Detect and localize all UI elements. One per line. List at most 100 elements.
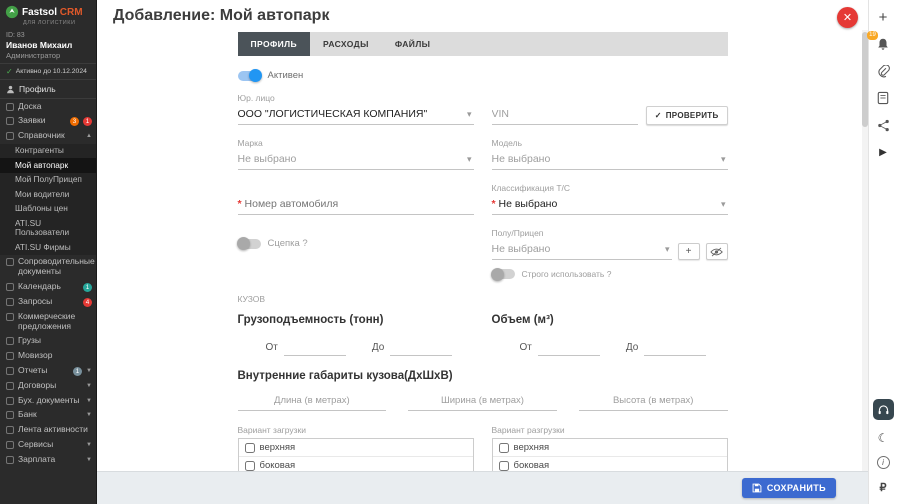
loading-option-side[interactable]: боковая	[239, 457, 473, 471]
width-input[interactable]	[408, 393, 557, 411]
logo: Fastsol CRM	[0, 0, 96, 19]
sidebar-item-activity-feed[interactable]: Лента активности	[0, 423, 96, 438]
checkbox[interactable]	[244, 460, 255, 471]
sidebar-item-salary[interactable]: Зарплата	[0, 452, 96, 467]
tab-files[interactable]: ФАЙЛЫ	[382, 32, 444, 56]
menu-icon	[6, 337, 14, 346]
height-input[interactable]	[578, 393, 728, 411]
billing-button[interactable]: ₽	[874, 478, 892, 496]
menu-icon	[6, 297, 14, 306]
tab-profile[interactable]: ПРОФИЛЬ	[237, 32, 311, 56]
requests-badge-orange: 3	[70, 117, 79, 127]
brand-select[interactable]: Не выбрано	[237, 151, 474, 170]
save-button[interactable]: СОХРАНИТЬ	[741, 478, 836, 498]
sidebar-item-my-semitrailer[interactable]: Мой ПолуПрицеп	[0, 173, 96, 188]
attachments-button[interactable]	[874, 62, 892, 80]
sidebar-item-movizor[interactable]: Мовизор	[0, 349, 96, 364]
trailer-hide-button[interactable]	[705, 243, 728, 260]
trailer-add-button[interactable]: +	[677, 243, 700, 260]
notifications-button[interactable]: 19	[867, 31, 892, 53]
chevron-up-icon	[86, 133, 92, 139]
row-brand-model: Марка Не выбрано Модель Не выбрано	[237, 138, 728, 170]
sidebar-item-contracts[interactable]: Договоры	[0, 378, 96, 393]
volume-to-input[interactable]	[644, 337, 707, 356]
chevron-down-icon	[86, 442, 92, 448]
capacity-from-label: От	[265, 342, 278, 353]
sidebar-item-reports[interactable]: Отчеты 1	[0, 363, 96, 378]
user-block: ID: 83 Иванов Михаил Администратор	[0, 29, 96, 63]
vin-input[interactable]	[491, 106, 638, 125]
menu-icon	[6, 102, 14, 111]
sidebar-item-queries[interactable]: Запросы 4	[0, 294, 96, 309]
chevron-down-icon	[86, 398, 92, 404]
vertical-scrollbar[interactable]	[862, 30, 868, 471]
trailer-select[interactable]: Не выбрано	[491, 241, 672, 260]
sidebar-item-my-drivers[interactable]: Мои водители	[0, 187, 96, 202]
sidebar-item-cargo[interactable]: Грузы	[0, 334, 96, 349]
row-legal-vin: Юр. лицо ООО "ЛОГИСТИЧЕСКАЯ КОМПАНИЯ" ✓ …	[237, 93, 728, 125]
sidebar-item-services[interactable]: Сервисы	[0, 437, 96, 452]
sidebar-nav: Доска Заявки 3 1 Справочник Контрагенты …	[0, 99, 96, 467]
toggle-knob	[248, 69, 262, 82]
capacity-from-input[interactable]	[283, 337, 346, 356]
loading-option-top[interactable]: верхняя	[238, 439, 473, 457]
capacity-to-input[interactable]	[390, 337, 453, 356]
main-panel: Добавление: Мой автопарк ✕ ПРОФИЛЬ РАСХО…	[97, 0, 868, 504]
sidebar-item-price-templates[interactable]: Шаблоны цен	[0, 202, 96, 217]
length-input[interactable]	[237, 393, 387, 411]
support-button[interactable]	[872, 399, 894, 420]
vin-check-button[interactable]: ✓ ПРОВЕРИТЬ	[645, 106, 728, 125]
sidebar-item-directory[interactable]: Справочник	[0, 129, 96, 144]
sidebar-item-atisu-users[interactable]: ATI.SU Пользователи	[0, 216, 96, 240]
scrollbar-thumb[interactable]	[862, 32, 868, 127]
sidebar-item-board[interactable]: Доска	[0, 99, 96, 114]
book-icon	[877, 91, 889, 105]
unloading-option-top[interactable]: верхняя	[492, 439, 727, 457]
loading-field: Вариант загрузки верхняя боковая	[237, 425, 474, 471]
active-toggle-row: Активен	[237, 69, 728, 82]
checkbox[interactable]	[498, 442, 509, 453]
person-icon	[7, 85, 14, 93]
sidebar-item-commercial-offers[interactable]: Коммерческие предложения	[0, 309, 96, 334]
strict-use-toggle[interactable]	[490, 267, 515, 281]
add-button[interactable]: +	[874, 8, 892, 26]
profile-link[interactable]: Профиль	[0, 79, 96, 99]
sidebar-item-calendar[interactable]: Календарь 1	[0, 279, 96, 294]
play-button[interactable]: ▶	[874, 143, 892, 161]
unloading-option-side[interactable]: боковая	[493, 457, 727, 471]
car-number-input[interactable]: Номер автомобиля	[237, 196, 474, 215]
unloading-options-box: верхняя боковая	[491, 438, 728, 471]
sidebar-item-accounting-docs[interactable]: Бух. документы	[0, 393, 96, 408]
classification-field: Классификация Т/С Не выбрано	[491, 183, 728, 215]
model-select[interactable]: Не выбрано	[491, 151, 728, 170]
sidebar-item-contractors[interactable]: Контрагенты	[0, 144, 96, 159]
loading-options-box: верхняя боковая	[237, 438, 474, 471]
menu-icon	[6, 117, 14, 126]
checkbox[interactable]	[498, 460, 509, 471]
active-toggle[interactable]	[237, 69, 262, 82]
knowledge-base-button[interactable]	[874, 89, 892, 107]
checkbox[interactable]	[244, 442, 255, 453]
plus-icon: +	[878, 8, 888, 26]
theme-button[interactable]: ☾	[874, 429, 892, 447]
classification-select[interactable]: Не выбрано	[491, 196, 728, 215]
menu-icon	[6, 312, 14, 321]
volume-from-input[interactable]	[537, 337, 600, 356]
sidebar-item-my-fleet[interactable]: Мой автопарк	[0, 158, 96, 173]
share-button[interactable]	[874, 116, 892, 134]
sidebar-item-accompanying-docs[interactable]: Сопроводительные документы	[0, 255, 96, 280]
requests-badge-red: 1	[83, 117, 92, 127]
row-number-classification: Номер автомобиля Классификация Т/С Не вы…	[237, 183, 728, 215]
sidebar-item-bank[interactable]: Банк	[0, 408, 96, 423]
volume-from-label: От	[519, 342, 532, 353]
coupling-toggle[interactable]	[236, 237, 261, 250]
sidebar-item-requests[interactable]: Заявки 3 1	[0, 114, 96, 129]
sidebar-item-atisu-firms[interactable]: ATI.SU Фирмы	[0, 240, 96, 255]
info-button[interactable]: i	[876, 456, 890, 469]
tab-expenses[interactable]: РАСХОДЫ	[310, 32, 382, 56]
car-number-field: Номер автомобиля	[237, 196, 474, 215]
capacity-to-label: До	[371, 342, 385, 353]
info-icon: i	[882, 458, 884, 467]
close-button[interactable]: ✕	[837, 7, 858, 28]
legal-entity-select[interactable]: ООО "ЛОГИСТИЧЕСКАЯ КОМПАНИЯ"	[237, 106, 474, 125]
